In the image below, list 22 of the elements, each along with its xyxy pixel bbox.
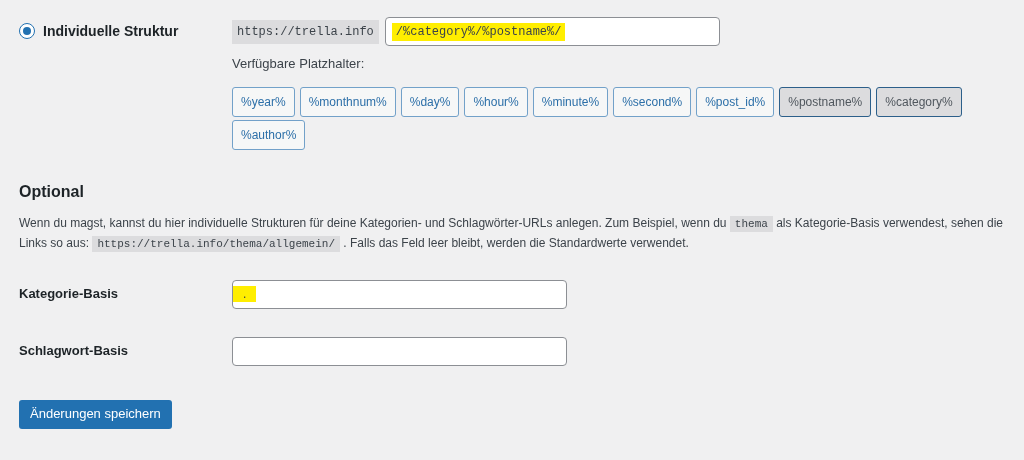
placeholder-tag[interactable]: %author% [232, 119, 306, 150]
field-label: Schlagwort-Basis [19, 342, 130, 361]
placeholder-tag[interactable]: %minute% [532, 86, 609, 117]
placeholder-tag[interactable]: %category% [876, 86, 962, 117]
placeholder-tag[interactable]: %second% [613, 86, 692, 117]
radio-button[interactable] [19, 23, 35, 39]
placeholder-tag[interactable]: %day% [400, 86, 460, 117]
field-label: Kategorie-Basis [19, 285, 119, 304]
placeholder-tag[interactable]: %hour% [464, 86, 528, 117]
save-button[interactable]: Änderungen speichern [19, 399, 172, 429]
text-input[interactable]: . [232, 279, 567, 309]
placeholder-tag[interactable]: %year% [232, 86, 295, 117]
url-prefix: https://trella.info [232, 19, 379, 44]
option-label: Individuelle Struktur [43, 21, 179, 41]
placeholder-tag[interactable]: %monthnum% [299, 86, 396, 117]
placeholder-tag[interactable]: %postname% [779, 86, 872, 117]
section-heading: Optional [19, 181, 85, 202]
description: Wenn du magst, kannst du hier individuelle Strukturen für deine Kategorien- und Schlagwörter-URLs anlegen. Zum Beispiel, wenn du thema als Kategorie-Basis verwendest, sehen die Links so aus: https://trella.info/thema/allgemein/ . Falls das Feld leer bleibt, werden die Standardwerte verwendet. [19, 214, 1004, 254]
text-input[interactable] [232, 336, 567, 366]
structure-input[interactable]: /%category%/%postname%/ [384, 17, 720, 46]
placeholder-label: Verfügbare Platzhalter: [232, 55, 366, 73]
placeholder-tag[interactable]: %post_id% [696, 86, 775, 117]
